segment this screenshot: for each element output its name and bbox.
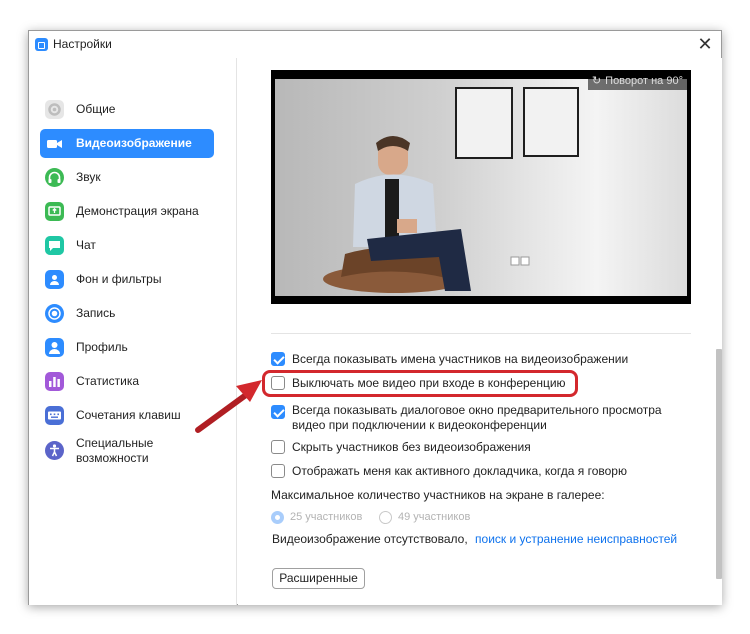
- accessibility-icon: [45, 441, 64, 460]
- record-icon: [45, 304, 64, 323]
- troubleshoot-link[interactable]: поиск и устранение неисправностей: [475, 532, 677, 546]
- rotate-icon: ↻: [591, 75, 602, 87]
- gallery-max-title: Максимальное количество участников на эк…: [271, 488, 605, 502]
- sidebar-item-label: Статистика: [76, 374, 140, 388]
- divider: [271, 333, 691, 334]
- scrollbar-thumb[interactable]: [716, 349, 722, 579]
- rotate-90-button[interactable]: ↻ Поворот на 90°: [587, 72, 687, 90]
- sidebar-item-label-line1: Специальные: [76, 436, 154, 450]
- window-title: Настройки: [53, 37, 112, 51]
- gallery-25-radio[interactable]: [271, 511, 284, 524]
- show-names-checkbox[interactable]: [271, 352, 285, 366]
- sidebar-item-label: Сочетания клавиш: [76, 408, 181, 422]
- sidebar-item-label: Чат: [76, 238, 96, 252]
- sidebar-item-statistics[interactable]: Статистика: [40, 367, 214, 396]
- camera-image: [275, 79, 687, 296]
- sidebar-item-keyboard-shortcuts[interactable]: Сочетания клавиш: [40, 401, 214, 430]
- profile-icon: [45, 338, 64, 357]
- preview-dialog-label-line2: видео при подключении к видеоконференции: [292, 418, 547, 432]
- zoom-app-icon: [35, 38, 48, 51]
- settings-content: ↻ Поворот на 90° Всегда показывать имена …: [238, 58, 722, 605]
- preview-dialog-checkbox[interactable]: [271, 405, 285, 419]
- sidebar-item-label: Профиль: [76, 340, 128, 354]
- troubleshoot-text: Видеоизображение отсутствовало,: [272, 532, 468, 546]
- sidebar-item-label: Демонстрация экрана: [76, 204, 199, 218]
- sidebar-item-video[interactable]: Видеоизображение: [40, 129, 214, 158]
- chat-icon: [45, 236, 64, 255]
- sidebar-item-audio[interactable]: Звук: [40, 163, 214, 192]
- settings-sidebar: Общие Видеоизображение Звук Демонстрация…: [29, 58, 237, 605]
- headphones-icon: [45, 168, 64, 187]
- video-camera-icon: [45, 134, 64, 153]
- sidebar-item-chat[interactable]: Чат: [40, 231, 214, 260]
- sidebar-item-share-screen[interactable]: Демонстрация экрана: [40, 197, 214, 226]
- show-names-label: Всегда показывать имена участников на ви…: [292, 352, 629, 366]
- sidebar-item-background[interactable]: Фон и фильтры: [40, 265, 214, 294]
- statistics-icon: [45, 372, 64, 391]
- sidebar-item-recording[interactable]: Запись: [40, 299, 214, 328]
- annotation-highlight-box: [262, 370, 578, 397]
- sidebar-item-label-line2: возможности: [76, 451, 149, 465]
- sidebar-item-profile[interactable]: Профиль: [40, 333, 214, 362]
- gallery-49-radio[interactable]: [379, 511, 392, 524]
- share-screen-icon: [45, 202, 64, 221]
- troubleshoot-row: Видеоизображение отсутствовало, поиск и …: [272, 532, 677, 547]
- settings-window: Настройки ✕ Общие Видеоизображение Звук: [28, 30, 722, 605]
- spotlight-self-checkbox[interactable]: [271, 464, 285, 478]
- spotlight-self-label: Отображать меня как активного докладчика…: [292, 464, 627, 478]
- gallery-49-label: 49 участников: [398, 511, 471, 523]
- sidebar-item-label: Общие: [76, 102, 116, 116]
- gear-icon: [45, 100, 64, 119]
- close-button[interactable]: ✕: [695, 33, 715, 55]
- sidebar-item-label: Видеоизображение: [76, 136, 192, 150]
- rotate-label: Поворот на 90°: [605, 75, 683, 87]
- title-bar: Настройки ✕: [29, 31, 721, 58]
- keyboard-icon: [45, 406, 64, 425]
- person-illustration: [323, 136, 530, 293]
- annotation-arrow-icon: [195, 380, 262, 433]
- preview-dialog-label-line1: Всегда показывать диалоговое окно предва…: [292, 403, 662, 417]
- sidebar-item-label: Звук: [76, 170, 101, 184]
- close-icon: ✕: [697, 34, 713, 54]
- gallery-25-label: 25 участников: [290, 511, 363, 523]
- hide-no-video-label: Скрыть участников без видеоизображения: [292, 440, 531, 454]
- sidebar-item-label: Фон и фильтры: [76, 272, 162, 286]
- advanced-button[interactable]: Расширенные: [272, 568, 365, 589]
- hide-no-video-checkbox[interactable]: [271, 440, 285, 454]
- video-preview: ↻ Поворот на 90°: [271, 70, 691, 304]
- background-icon: [45, 270, 64, 289]
- sidebar-item-accessibility[interactable]: Специальные возможности: [40, 435, 214, 467]
- sidebar-item-label: Запись: [76, 306, 116, 320]
- sidebar-item-general[interactable]: Общие: [40, 95, 214, 124]
